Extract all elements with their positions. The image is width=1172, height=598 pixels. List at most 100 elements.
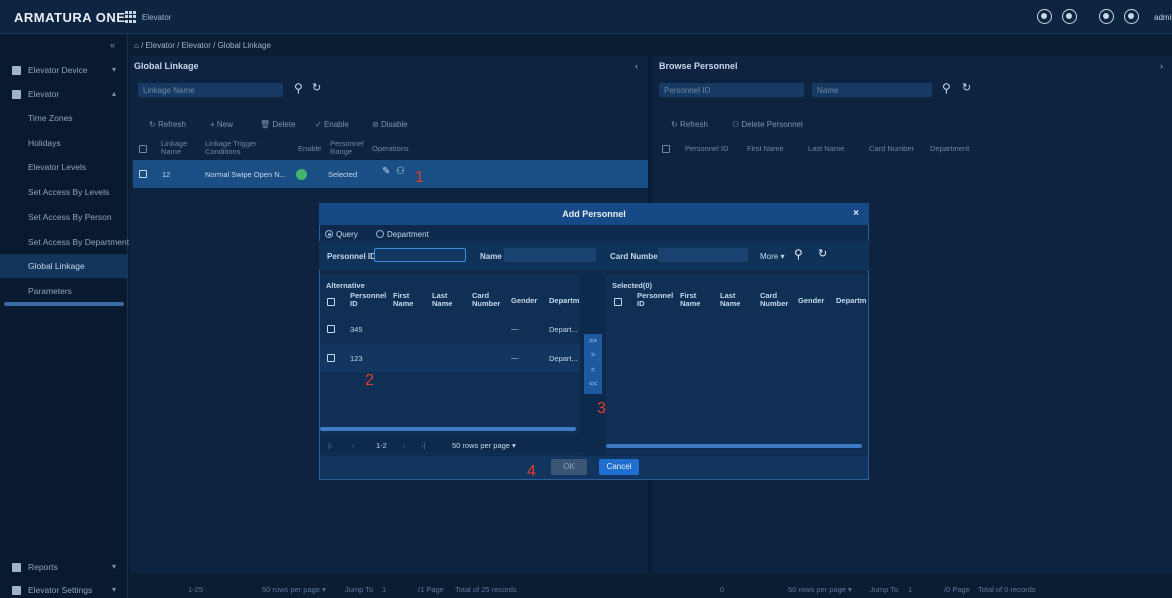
column-header[interactable]: First Name: [680, 292, 702, 308]
department-radio-label[interactable]: Department: [387, 230, 429, 239]
expand-panel-icon[interactable]: ›: [1160, 61, 1163, 71]
user-avatar-icon[interactable]: [1124, 9, 1139, 24]
new-button[interactable]: + New: [210, 120, 233, 129]
row-checkbox[interactable]: [327, 325, 335, 333]
card-number-input[interactable]: [658, 248, 748, 262]
home-icon[interactable]: ⌂: [134, 41, 139, 50]
ok-button[interactable]: OK: [551, 459, 587, 475]
total-records: Total of 25 records: [455, 585, 517, 594]
sidebar-item-elevator-settings[interactable]: Elevator Settings ▾: [0, 578, 128, 598]
help-icon[interactable]: [1099, 9, 1114, 24]
enable-button[interactable]: ✓ Enable: [315, 120, 349, 129]
enabled-check-icon: [296, 169, 307, 180]
sidebar-item-parameters[interactable]: Parameters: [0, 279, 128, 303]
department-radio[interactable]: [376, 230, 384, 238]
search-icon[interactable]: ⚲: [942, 81, 951, 95]
breadcrumb-item[interactable]: Elevator: [146, 41, 175, 50]
select-all-checkbox[interactable]: [327, 298, 335, 306]
column-header[interactable]: Department: [930, 145, 969, 153]
sidebar-item-elevator[interactable]: Elevator ▴: [0, 82, 128, 106]
rows-per-page-select[interactable]: 50 rows per page ▾: [788, 585, 852, 594]
refresh-button[interactable]: ↻ Refresh: [149, 120, 186, 129]
column-header[interactable]: Personnel Range: [330, 140, 365, 156]
delete-button[interactable]: 🗑 Delete: [260, 120, 296, 129]
select-all-checkbox[interactable]: [662, 145, 670, 153]
column-header[interactable]: Last Name: [720, 292, 742, 308]
pager-prev-icon[interactable]: ‹: [352, 441, 355, 450]
column-header[interactable]: Card Number: [760, 292, 788, 308]
pager-next-icon[interactable]: ›: [403, 441, 406, 450]
pager-last-icon[interactable]: ›|: [421, 441, 425, 450]
column-header[interactable]: Departme: [836, 297, 866, 305]
rows-per-page-select[interactable]: 50 rows per page ▾: [452, 441, 516, 450]
annotation-3: 3: [597, 400, 606, 417]
jump-page-input[interactable]: 1: [908, 585, 912, 594]
close-icon[interactable]: ×: [853, 208, 859, 219]
sidebar-item-elevator-device[interactable]: Elevator Device ▾: [0, 58, 128, 82]
column-header[interactable]: Last Name: [432, 292, 454, 308]
move-left-button[interactable]: <: [591, 367, 595, 374]
disable-button[interactable]: ⊘ Disable: [372, 120, 408, 129]
notification-icon[interactable]: [1062, 9, 1077, 24]
horizontal-scrollbar[interactable]: [320, 427, 576, 431]
personnel-id-input[interactable]: [374, 248, 466, 262]
column-header[interactable]: First Name: [747, 145, 784, 153]
row-checkbox[interactable]: [139, 170, 147, 178]
sidebar-item-time-zones[interactable]: Time Zones: [0, 106, 128, 130]
column-header[interactable]: Departme: [549, 297, 579, 305]
query-radio-label[interactable]: Query: [336, 230, 358, 239]
select-all-checkbox[interactable]: [614, 298, 622, 306]
column-header[interactable]: Personnel ID: [350, 292, 386, 308]
move-all-right-button[interactable]: >>: [589, 338, 597, 345]
column-header[interactable]: Enable: [298, 145, 321, 153]
column-header[interactable]: Linkage Name: [161, 140, 191, 156]
reset-icon[interactable]: ↻: [818, 247, 827, 260]
app-logo[interactable]: ARMATURA ONE: [14, 10, 125, 25]
sidebar-item-elevator-levels[interactable]: Elevator Levels: [0, 155, 128, 179]
reset-icon[interactable]: ↻: [312, 81, 321, 94]
cancel-button[interactable]: Cancel: [599, 459, 639, 475]
column-header[interactable]: Operations: [372, 145, 409, 153]
rows-per-page-select[interactable]: 50 rows per page ▾: [262, 585, 326, 594]
query-radio[interactable]: [325, 230, 333, 238]
column-header[interactable]: Last Name: [808, 145, 844, 153]
sidebar-item-set-access-by-levels[interactable]: Set Access By Levels: [0, 180, 128, 204]
username[interactable]: admin: [1154, 13, 1172, 22]
column-header[interactable]: Linkage Trigger Conditions: [205, 140, 260, 156]
horizontal-scrollbar[interactable]: [606, 444, 862, 448]
app-grid-icon[interactable]: [125, 11, 137, 23]
move-right-button[interactable]: >: [591, 352, 595, 359]
move-all-left-button[interactable]: <<: [589, 381, 597, 388]
name-input[interactable]: [504, 248, 596, 262]
column-header[interactable]: Card Number: [869, 145, 914, 153]
module-name[interactable]: Elevator: [142, 13, 171, 22]
column-header[interactable]: Gender: [511, 297, 537, 305]
column-header[interactable]: Personnel ID: [637, 292, 673, 308]
collapse-sidebar-icon[interactable]: «: [110, 40, 115, 50]
column-header[interactable]: Personnel ID: [685, 145, 728, 153]
more-filters-button[interactable]: More ▾: [760, 252, 784, 261]
sidebar-item-set-access-by-department[interactable]: Set Access By Department: [0, 230, 129, 254]
row-checkbox[interactable]: [327, 354, 335, 362]
pager-first-icon[interactable]: |‹: [328, 441, 332, 450]
column-header[interactable]: Card Number: [472, 292, 500, 308]
add-person-icon[interactable]: ⚇: [396, 166, 405, 177]
sidebar-item-global-linkage[interactable]: Global Linkage: [0, 254, 128, 278]
message-icon[interactable]: [1037, 9, 1052, 24]
collapse-panel-icon[interactable]: ‹: [635, 61, 638, 71]
jump-page-input[interactable]: 1: [382, 585, 386, 594]
sidebar-item-holidays[interactable]: Holidays: [0, 131, 128, 155]
sidebar-scrollbar[interactable]: [4, 302, 124, 306]
refresh-button[interactable]: ↻ Refresh: [671, 120, 708, 129]
edit-icon[interactable]: ✎: [382, 166, 390, 177]
column-header[interactable]: Gender: [798, 297, 824, 305]
search-icon[interactable]: ⚲: [294, 81, 303, 95]
sidebar-item-set-access-by-person[interactable]: Set Access By Person: [0, 205, 128, 229]
column-header[interactable]: First Name: [393, 292, 415, 308]
delete-personnel-button[interactable]: ⚇ Delete Personnel: [732, 120, 803, 129]
breadcrumb-item[interactable]: Elevator: [182, 41, 211, 50]
select-all-checkbox[interactable]: [139, 145, 147, 153]
sidebar-item-reports[interactable]: Reports ▾: [0, 555, 128, 579]
reset-icon[interactable]: ↻: [962, 81, 971, 94]
search-icon[interactable]: ⚲: [794, 247, 803, 261]
